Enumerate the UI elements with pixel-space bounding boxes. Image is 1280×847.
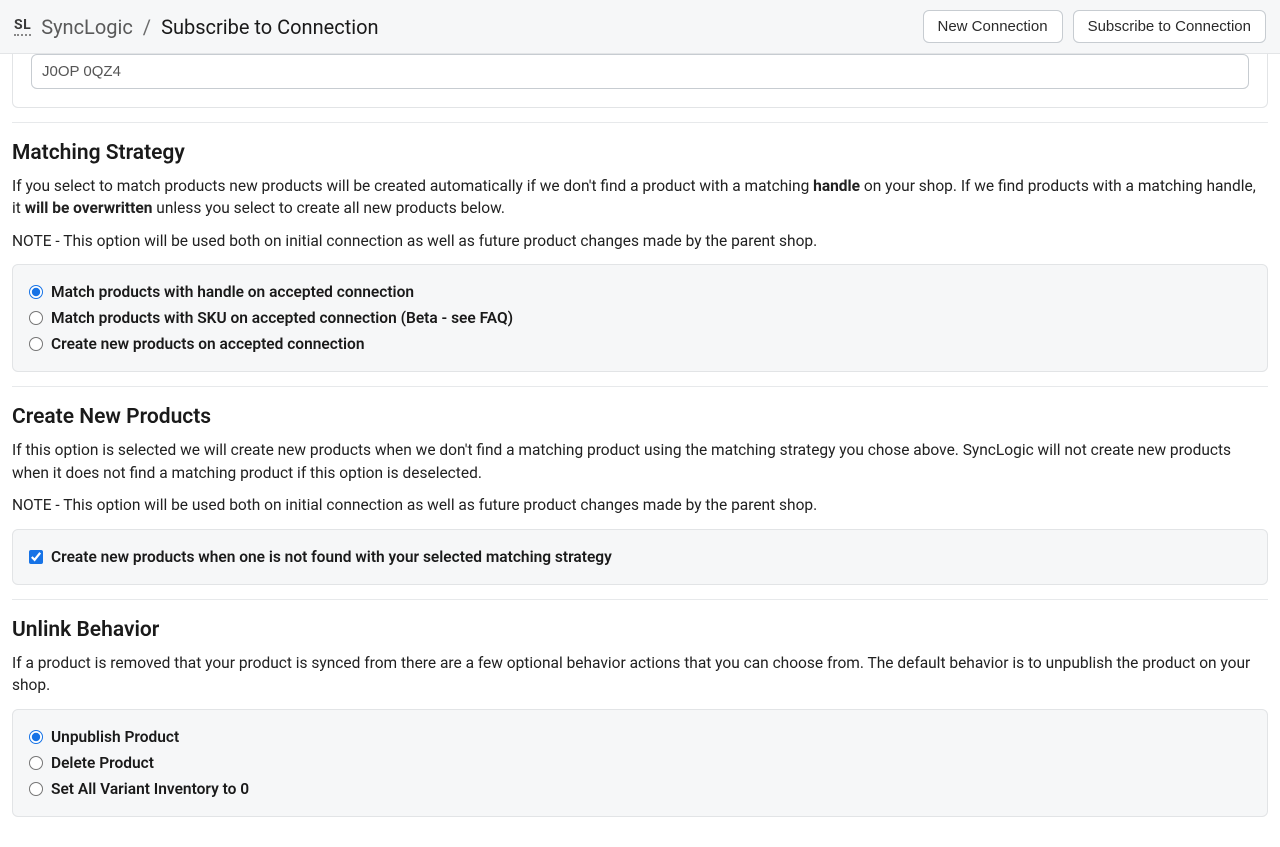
logo: SL xyxy=(14,17,31,36)
unpublish-product-option[interactable]: Unpublish Product xyxy=(29,724,1251,750)
match-sku-option[interactable]: Match products with SKU on accepted conn… xyxy=(29,305,1251,331)
create-new-products-options: Create new products when one is not foun… xyxy=(12,529,1268,585)
set-inventory-zero-option[interactable]: Set All Variant Inventory to 0 xyxy=(29,776,1251,802)
match-sku-radio[interactable] xyxy=(29,311,43,325)
unpublish-product-label[interactable]: Unpublish Product xyxy=(51,728,179,746)
matching-strategy-desc: If you select to match products new prod… xyxy=(12,175,1268,220)
set-inventory-zero-radio[interactable] xyxy=(29,782,43,796)
create-new-option[interactable]: Create new products on accepted connecti… xyxy=(29,331,1251,357)
app-name[interactable]: SyncLogic xyxy=(41,15,133,39)
connection-code-card xyxy=(12,54,1268,108)
create-new-when-not-found-label[interactable]: Create new products when one is not foun… xyxy=(51,548,612,566)
unlink-behavior-title: Unlink Behavior xyxy=(12,618,1268,642)
connection-code-input[interactable] xyxy=(31,54,1249,89)
unlink-behavior-desc: If a product is removed that your produc… xyxy=(12,652,1268,697)
matching-desc-strong-handle: handle xyxy=(813,177,860,195)
match-handle-option[interactable]: Match products with handle on accepted c… xyxy=(29,279,1251,305)
unpublish-product-radio[interactable] xyxy=(29,730,43,744)
topbar-actions: New Connection Subscribe to Connection xyxy=(923,10,1267,43)
create-new-products-title: Create New Products xyxy=(12,405,1268,429)
section-divider xyxy=(12,122,1268,123)
match-sku-label[interactable]: Match products with SKU on accepted conn… xyxy=(51,309,513,327)
new-connection-button[interactable]: New Connection xyxy=(923,10,1063,43)
create-new-label[interactable]: Create new products on accepted connecti… xyxy=(51,335,365,353)
matching-desc-strong-overwritten: will be overwritten xyxy=(25,199,153,217)
breadcrumb: SL SyncLogic / Subscribe to Connection xyxy=(14,15,379,39)
match-handle-label[interactable]: Match products with handle on accepted c… xyxy=(51,283,414,301)
set-inventory-zero-label[interactable]: Set All Variant Inventory to 0 xyxy=(51,780,249,798)
matching-strategy-options: Match products with handle on accepted c… xyxy=(12,264,1268,372)
create-new-radio[interactable] xyxy=(29,337,43,351)
create-new-products-desc: If this option is selected we will creat… xyxy=(12,439,1268,484)
subscribe-to-connection-button[interactable]: Subscribe to Connection xyxy=(1073,10,1266,43)
section-divider xyxy=(12,599,1268,600)
matching-desc-part-a: If you select to match products new prod… xyxy=(12,177,813,195)
match-handle-radio[interactable] xyxy=(29,285,43,299)
create-new-when-not-found-checkbox[interactable] xyxy=(29,550,43,564)
delete-product-label[interactable]: Delete Product xyxy=(51,754,154,772)
matching-desc-part-e: unless you select to create all new prod… xyxy=(152,199,504,217)
page-title: Subscribe to Connection xyxy=(161,15,379,39)
matching-strategy-title: Matching Strategy xyxy=(12,141,1268,165)
create-new-products-note: NOTE - This option will be used both on … xyxy=(12,494,1268,516)
section-divider xyxy=(12,386,1268,387)
matching-strategy-note: NOTE - This option will be used both on … xyxy=(12,230,1268,252)
unlink-behavior-options: Unpublish Product Delete Product Set All… xyxy=(12,709,1268,817)
topbar: SL SyncLogic / Subscribe to Connection N… xyxy=(0,0,1280,54)
create-new-when-not-found-option[interactable]: Create new products when one is not foun… xyxy=(29,544,1251,570)
delete-product-radio[interactable] xyxy=(29,756,43,770)
breadcrumb-separator: / xyxy=(143,15,151,39)
delete-product-option[interactable]: Delete Product xyxy=(29,750,1251,776)
